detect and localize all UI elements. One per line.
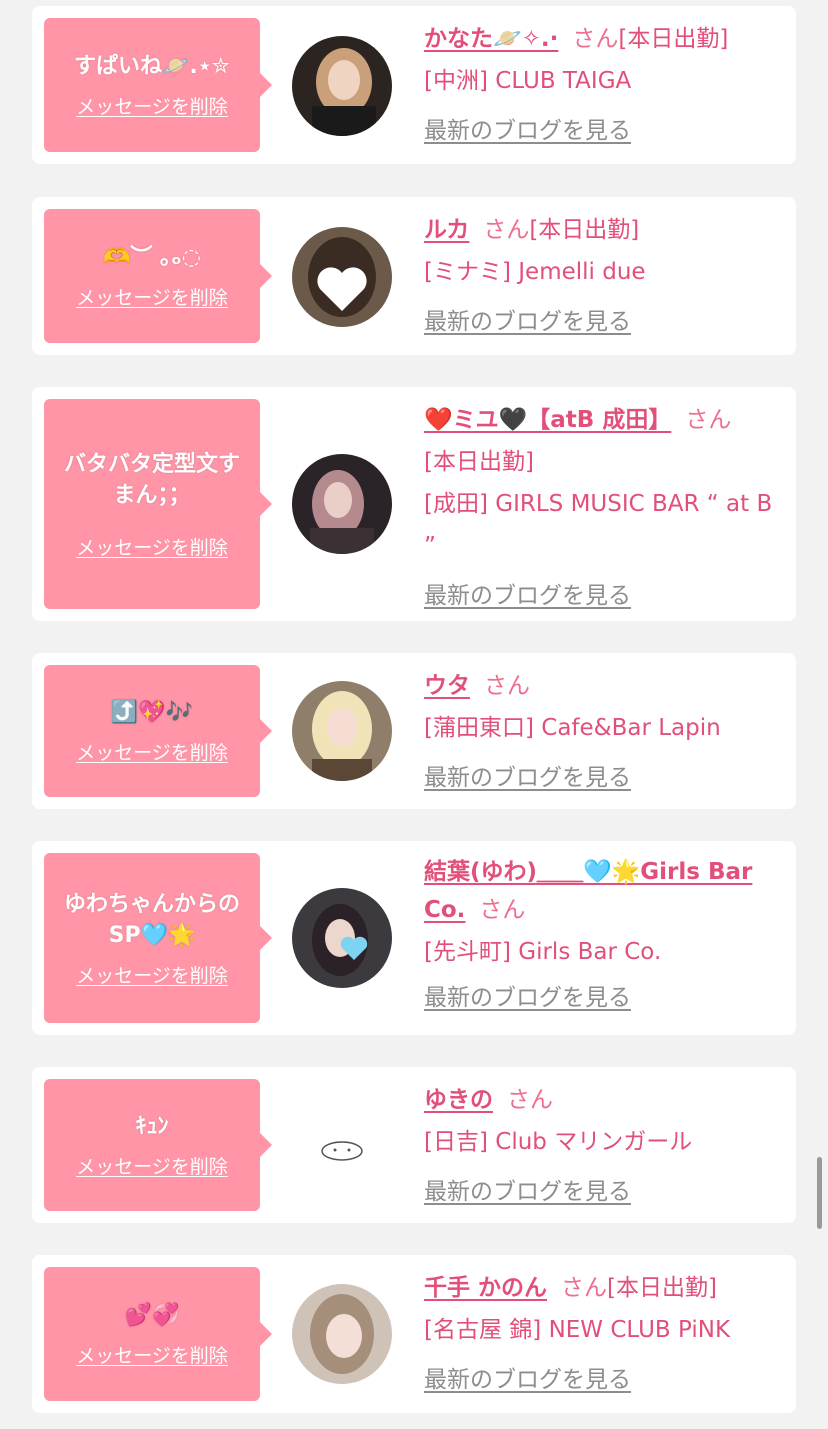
message-text: すぱいね🪐.⋆✮	[74, 54, 230, 79]
latest-blog-link[interactable]: 最新のブログを見る	[424, 757, 631, 799]
avatar[interactable]	[292, 681, 392, 781]
message-text: ゆわちゃんからのSP🩵🌟	[63, 891, 240, 948]
sender-info: ❤️ミユ🖤【atB 成田】 さん [本日出勤] [成田] GIRLS MUSIC …	[424, 399, 776, 617]
latest-blog-link[interactable]: 最新のブログを見る	[424, 110, 631, 152]
message-card: ゆわちゃんからのSP🩵🌟 メッセージを削除 結葉(ゆわ)＿＿🩵🌟Girls Ba…	[32, 841, 796, 1035]
sender-name-link[interactable]: ゆきの	[424, 1087, 493, 1113]
honorific: さん	[484, 673, 530, 699]
shop-name: [ミナミ] Jemelli due	[424, 259, 646, 285]
delete-message-link[interactable]: メッセージを削除	[76, 533, 228, 560]
avatar[interactable]	[292, 454, 392, 554]
avatar[interactable]	[292, 227, 392, 327]
shop-name: [成田] GIRLS MUSIC BAR “ at B ”	[424, 491, 773, 559]
delete-message-link[interactable]: メッセージを削除	[76, 738, 228, 765]
delete-message-link[interactable]: メッセージを削除	[76, 92, 228, 119]
message-bubble: ゆわちゃんからのSP🩵🌟 メッセージを削除	[44, 853, 272, 1023]
honorific: さん	[561, 1275, 608, 1301]
message-bubble: 💕💞 メッセージを削除	[44, 1267, 272, 1401]
message-text: ｷｭﾝ	[135, 1114, 169, 1139]
avatar[interactable]	[292, 1095, 392, 1195]
message-bubble: すぱいね🪐.⋆✮ メッセージを削除	[44, 18, 272, 152]
message-text: 💕💞	[124, 1303, 180, 1328]
sender-info: ルカ さん[本日出勤] [ミナミ] Jemelli due 最新のブログを見る	[424, 209, 776, 343]
message-text: 🫶︶ ｡ₒ◌	[103, 245, 201, 270]
sender-info: かなた🪐✧.· さん[本日出勤] [中洲] CLUB TAIGA 最新のブログを見…	[424, 18, 776, 152]
sender-name-link[interactable]: ❤️ミユ🖤【atB 成田】	[424, 407, 671, 433]
honorific: さん	[483, 217, 530, 243]
shop-name: [蒲田東口] Cafe&Bar Lapin	[424, 715, 721, 741]
avatar[interactable]	[292, 36, 392, 136]
latest-blog-link[interactable]: 最新のブログを見る	[424, 301, 631, 343]
sender-name-link[interactable]: 千手 かのん	[424, 1275, 547, 1301]
scrollbar[interactable]	[817, 1157, 822, 1229]
avatar[interactable]	[292, 1284, 392, 1384]
avatar[interactable]	[292, 888, 392, 988]
message-bubble: 🫶︶ ｡ₒ◌ メッセージを削除	[44, 209, 272, 343]
message-card: ⤴️💖🎶 メッセージを削除 ウタ さん [蒲田東口] Cafe&Bar Lapin…	[32, 653, 796, 809]
shop-name: [日吉] Club マリンガール	[424, 1129, 693, 1155]
shop-name: [先斗町] Girls Bar Co.	[424, 939, 662, 965]
sender-name-link[interactable]: 結葉(ゆわ)＿＿🩵🌟Girls Bar Co.	[424, 859, 752, 923]
honorific: さん	[685, 407, 732, 433]
latest-blog-link[interactable]: 最新のブログを見る	[424, 575, 631, 617]
message-bubble: ｷｭﾝ メッセージを削除	[44, 1079, 272, 1211]
message-text: バタバタ定型文すまん；；	[63, 451, 240, 508]
message-text: ⤴️💖🎶	[110, 700, 194, 725]
message-card: すぱいね🪐.⋆✮ メッセージを削除 かなた🪐✧.· さん[本日出勤] [中洲] C…	[32, 6, 796, 164]
sender-info: ウタ さん [蒲田東口] Cafe&Bar Lapin 最新のブログを見る	[424, 665, 776, 799]
message-bubble: バタバタ定型文すまん；； メッセージを削除	[44, 399, 272, 609]
shop-name: [名古屋 錦] NEW CLUB PiNK	[424, 1317, 731, 1343]
delete-message-link[interactable]: メッセージを削除	[76, 1341, 228, 1368]
honorific: さん	[479, 897, 526, 923]
delete-message-link[interactable]: メッセージを削除	[76, 961, 228, 988]
message-card: 🫶︶ ｡ₒ◌ メッセージを削除 ルカ さん[本日出勤] [ミナミ] Jemelli…	[32, 197, 796, 355]
latest-blog-link[interactable]: 最新のブログを見る	[424, 979, 631, 1017]
sender-info: ゆきの さん [日吉] Club マリンガール 最新のブログを見る	[424, 1079, 776, 1213]
honorific: さん	[507, 1087, 553, 1113]
sender-name-link[interactable]: ルカ	[424, 217, 469, 243]
message-card: ｷｭﾝ メッセージを削除 ゆきの さん [日吉] Club マリンガール 最新のブ…	[32, 1067, 796, 1223]
latest-blog-link[interactable]: 最新のブログを見る	[424, 1171, 631, 1213]
work-status: [本日出勤]	[618, 26, 729, 52]
message-bubble: ⤴️💖🎶 メッセージを削除	[44, 665, 272, 797]
delete-message-link[interactable]: メッセージを削除	[76, 1152, 228, 1179]
work-status: [本日出勤]	[424, 449, 534, 475]
sender-name-link[interactable]: かなた🪐✧.·	[424, 26, 558, 52]
shop-name: [中洲] CLUB TAIGA	[424, 68, 632, 94]
honorific: さん	[572, 26, 619, 52]
latest-blog-link[interactable]: 最新のブログを見る	[424, 1359, 631, 1401]
sender-info: 千手 かのん さん[本日出勤] [名古屋 錦] NEW CLUB PiNK 最新の…	[424, 1267, 776, 1401]
message-card: バタバタ定型文すまん；； メッセージを削除 ❤️ミユ🖤【atB 成田】 さん [本…	[32, 387, 796, 621]
work-status: [本日出勤]	[529, 217, 640, 243]
sender-name-link[interactable]: ウタ	[424, 673, 470, 699]
delete-message-link[interactable]: メッセージを削除	[76, 283, 228, 310]
message-card: 💕💞 メッセージを削除 千手 かのん さん[本日出勤] [名古屋 錦] NEW C…	[32, 1255, 796, 1413]
sender-info: 結葉(ゆわ)＿＿🩵🌟Girls Bar Co. さん [先斗町] Girls Ba…	[424, 853, 776, 1017]
work-status: [本日出勤]	[607, 1275, 717, 1301]
